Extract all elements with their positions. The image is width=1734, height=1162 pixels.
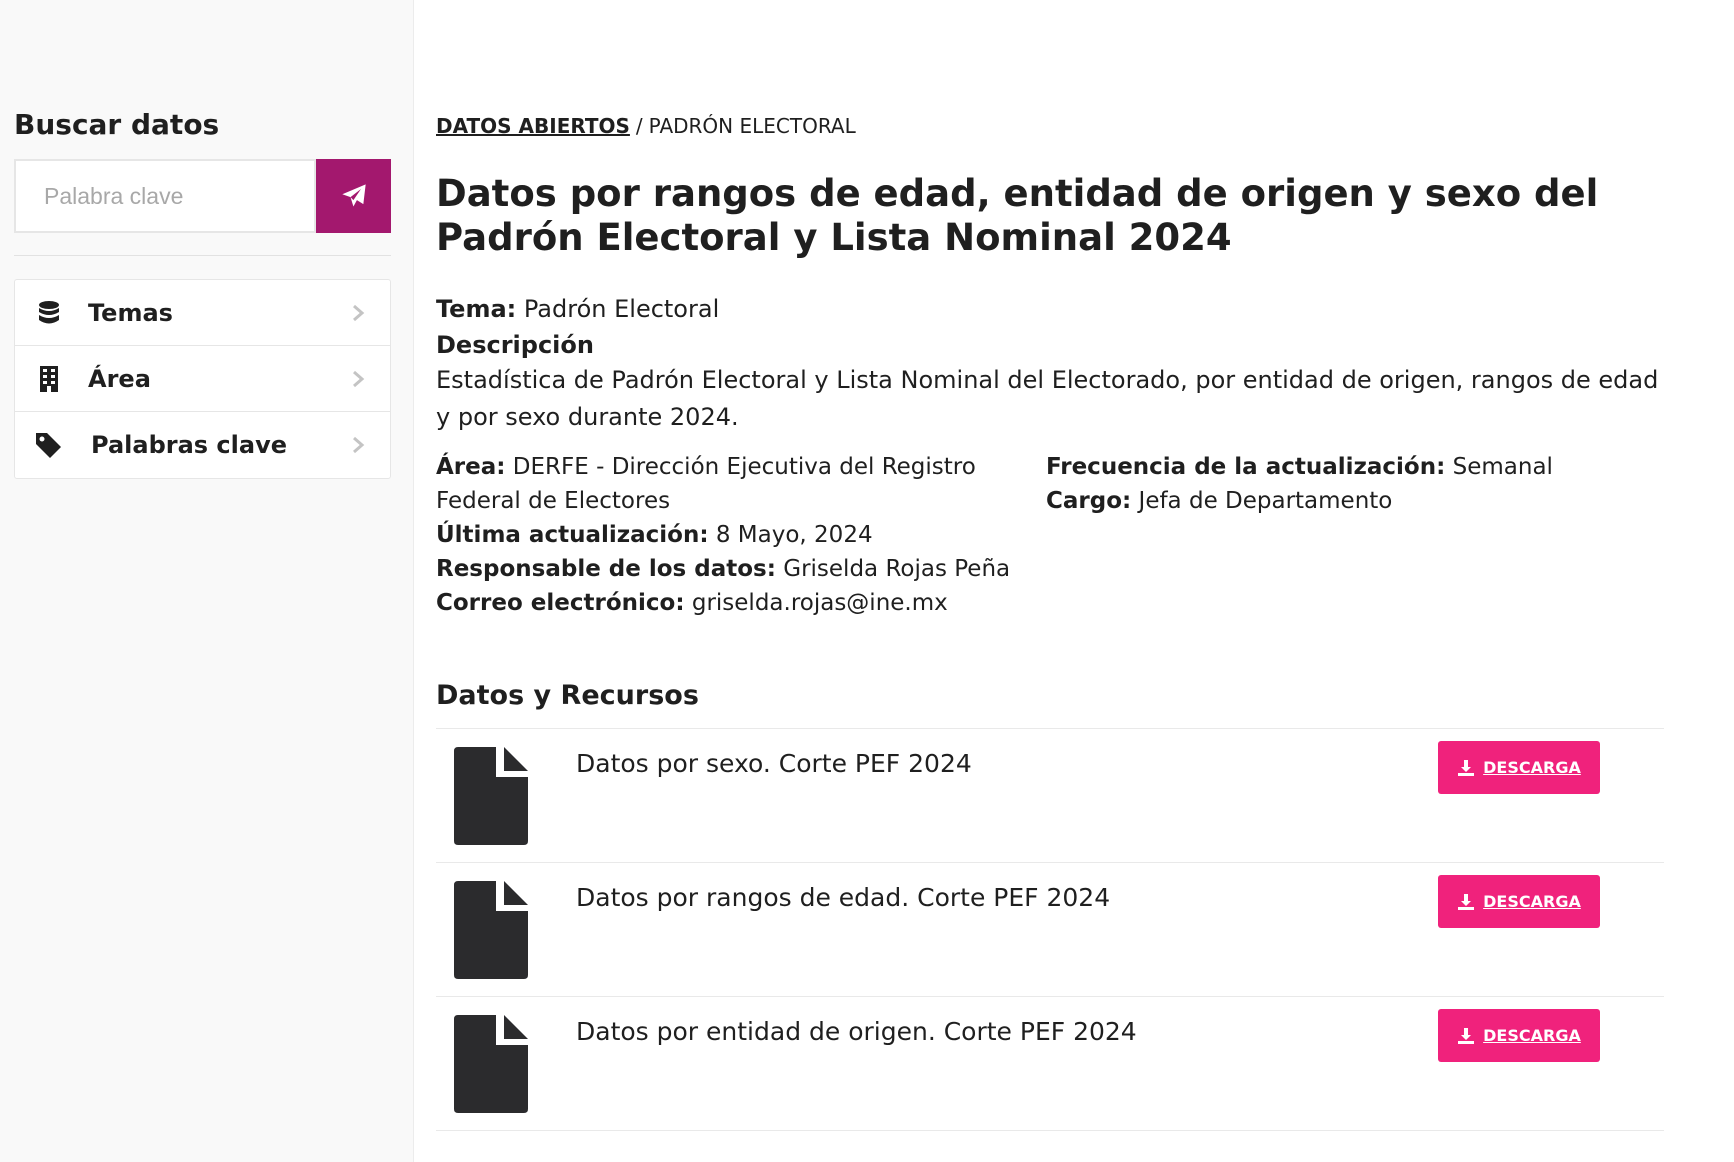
correo-label: Correo electrónico: [436,590,685,616]
chevron-right-icon [353,304,365,322]
ultima-value: 8 Mayo, 2024 [715,522,873,548]
contact-block: Última actualización: 8 Mayo, 2024 Respo… [436,518,1010,620]
responsable-label: Responsable de los datos: [436,556,776,582]
sidebar-item-area[interactable]: Área [15,346,390,412]
resource-name: Datos por rangos de edad. Corte PEF 2024 [576,883,1111,912]
cargo-value: Jefa de Departamento [1138,488,1393,514]
responsable-row: Responsable de los datos: Griselda Rojas… [436,552,1010,586]
resource-item: Datos por entidad de origen. Corte PEF 2… [436,997,1664,1131]
descripcion-text: Estadística de Padrón Electoral y Lista … [436,366,1659,431]
sidebar-item-palabras-clave[interactable]: Palabras clave [15,412,390,478]
sidebar-item-temas[interactable]: Temas [15,280,390,346]
breadcrumb-separator: / [635,114,643,138]
breadcrumb: DATOS ABIERTOS / PADRÓN ELECTORAL [436,114,856,138]
resource-name: Datos por entidad de origen. Corte PEF 2… [576,1017,1137,1046]
sidebar-menu: Temas Área Palabras clave [14,279,391,479]
breadcrumb-link-datos-abiertos[interactable]: DATOS ABIERTOS [436,114,630,138]
download-button[interactable]: DESCARGA [1438,875,1600,928]
download-button[interactable]: DESCARGA [1438,741,1600,794]
sidebar-item-label: Temas [88,298,173,327]
download-label: DESCARGA [1483,892,1581,911]
download-label: DESCARGA [1483,758,1581,777]
file-icon [454,747,528,845]
tema-value: Padrón Electoral [523,295,720,323]
building-icon [35,365,63,393]
chevron-right-icon [353,436,365,454]
frecuencia-row: Frecuencia de la actualización: Semanal [1046,450,1606,484]
download-button[interactable]: DESCARGA [1438,1009,1600,1062]
ultima-actualizacion-row: Última actualización: 8 Mayo, 2024 [436,518,1010,552]
tag-icon [35,431,63,459]
download-icon [1458,893,1475,910]
sidebar-title: Buscar datos [14,108,220,141]
correo-value: griselda.rojas@ine.mx [691,590,948,616]
area-row: Área: DERFE - Dirección Ejecutiva del Re… [436,450,1041,518]
search-input[interactable] [14,159,316,233]
descripcion-label: Descripción [436,331,594,359]
paper-plane-icon [341,184,366,207]
tema-label: Tema: [436,295,517,323]
cargo-row: Cargo: Jefa de Departamento [1046,484,1606,518]
descripcion-heading: Descripción [436,328,594,362]
download-icon [1458,1027,1475,1044]
tema-row: Tema: Padrón Electoral [436,292,719,326]
file-icon [454,1015,528,1113]
resource-name: Datos por sexo. Corte PEF 2024 [576,749,972,778]
chevron-right-icon [353,370,365,388]
breadcrumb-current: PADRÓN ELECTORAL [648,114,856,138]
area-value: DERFE - Dirección Ejecutiva del Registro… [436,454,976,514]
cargo-label: Cargo: [1046,488,1132,514]
download-label: DESCARGA [1483,1026,1581,1045]
area-label: Área: [436,454,506,480]
search-form [14,159,391,233]
resource-item: Datos por rangos de edad. Corte PEF 2024… [436,863,1664,997]
correo-row: Correo electrónico: griselda.rojas@ine.m… [436,586,1010,620]
resources-list: Datos por sexo. Corte PEF 2024 DESCARGA … [436,728,1664,1131]
ultima-label: Última actualización: [436,522,709,548]
sidebar-item-label: Área [88,364,151,393]
sidebar-divider [14,255,391,256]
sidebar: Buscar datos Temas [0,0,414,1162]
search-submit-button[interactable] [316,159,391,233]
frecuencia-label: Frecuencia de la actualización: [1046,454,1446,480]
page-title: Datos por rangos de edad, entidad de ori… [436,172,1599,259]
download-icon [1458,759,1475,776]
file-icon [454,881,528,979]
resources-section-title: Datos y Recursos [436,680,699,711]
database-icon [35,299,63,327]
resource-item: Datos por sexo. Corte PEF 2024 DESCARGA [436,729,1664,863]
responsable-value: Griselda Rojas Peña [783,556,1011,582]
frecuencia-cargo-block: Frecuencia de la actualización: Semanal … [1046,450,1606,518]
sidebar-item-label: Palabras clave [91,431,287,459]
frecuencia-value: Semanal [1452,454,1553,480]
